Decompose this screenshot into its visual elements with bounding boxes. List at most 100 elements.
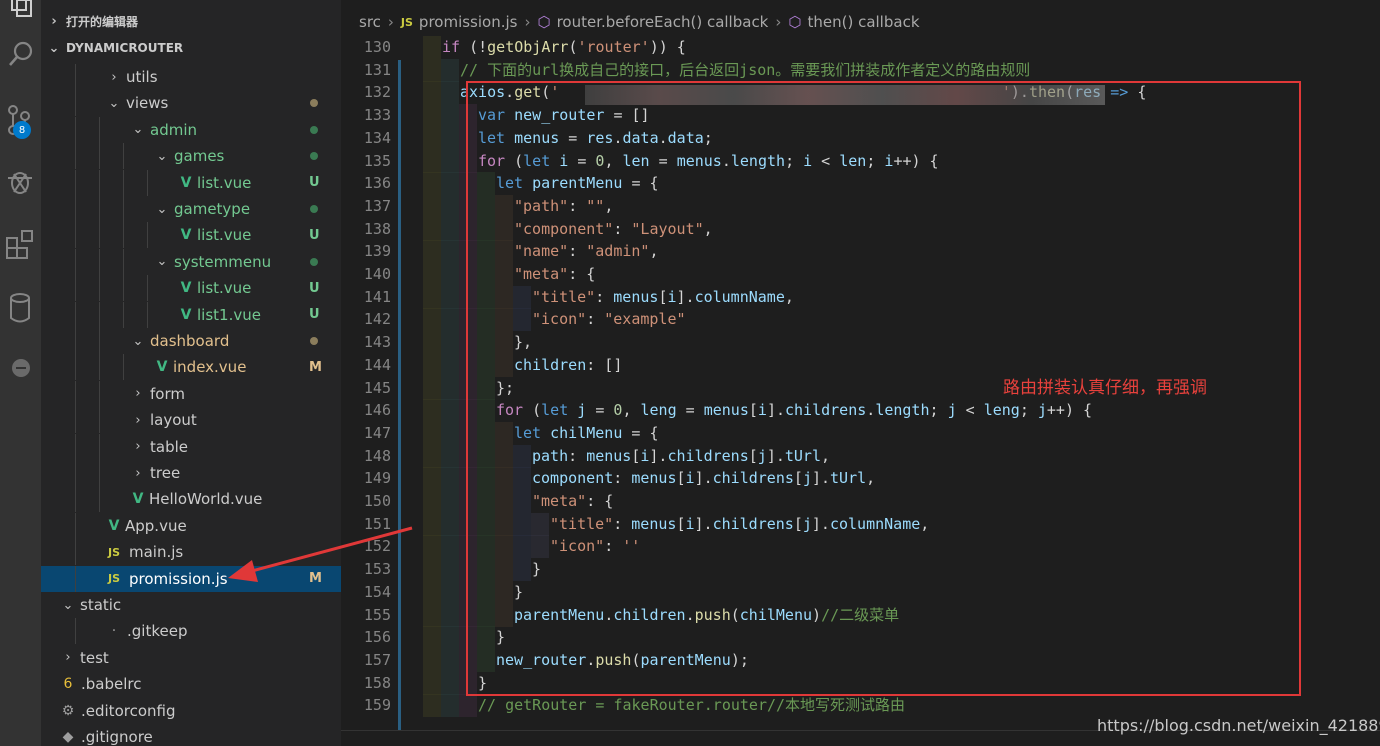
indent-guide (75, 169, 76, 196)
tree-folder[interactable]: › test (41, 645, 341, 671)
indent-guide (147, 275, 148, 302)
indent-guide (123, 275, 124, 302)
debug-icon[interactable] (0, 166, 41, 200)
breadcrumb-src[interactable]: src (359, 13, 381, 31)
code-line[interactable]: if (!getObjArr('router')) { (442, 36, 686, 59)
indent-guide (99, 328, 100, 354)
indent-guide (75, 222, 76, 249)
indent-rainbow (423, 694, 441, 718)
code-token: (! (469, 38, 488, 56)
tree-file[interactable]: · .gitkeep (41, 618, 341, 645)
line-number: 143 (363, 333, 391, 352)
json-icon[interactable] (0, 358, 41, 382)
code-token: // (478, 696, 506, 715)
tree-folder[interactable]: ⌄ systemmenu (41, 248, 341, 275)
indent-rainbow (423, 353, 441, 377)
indent-rainbow (423, 558, 441, 582)
indent-guide (75, 460, 76, 486)
indent-rainbow (441, 603, 459, 627)
explorer-icon[interactable] (0, 0, 41, 24)
babel-file-icon: 6 (63, 676, 73, 693)
indent-guide (75, 275, 76, 302)
search-icon[interactable] (0, 40, 41, 74)
breadcrumb-callback[interactable]: then() callback (807, 13, 919, 31)
tree-item-label: static (80, 596, 122, 614)
database-icon[interactable] (0, 292, 41, 326)
source-control-icon[interactable]: 8 (0, 104, 41, 144)
line-number: 133 (363, 106, 391, 125)
chevron-right-icon: › (524, 13, 531, 31)
indent-guide (75, 143, 76, 170)
tree-file[interactable]: 6 .babelrc (41, 671, 341, 697)
tree-folder[interactable]: ⌄ games (41, 143, 341, 170)
line-number: 144 (363, 355, 391, 374)
tree-file[interactable]: JS promission.js M (41, 565, 341, 592)
line-number: 152 (363, 537, 391, 556)
method-cube-icon: ⬡ (537, 13, 551, 31)
indent-guide (99, 275, 100, 302)
git-status-dot (310, 337, 318, 345)
js-file-icon: JS (107, 572, 120, 586)
line-number: 130 (363, 38, 391, 56)
indent-rainbow (423, 36, 441, 59)
git-status-badge: M (309, 359, 322, 375)
indent-guide (75, 301, 76, 328)
line-number: 155 (363, 605, 391, 624)
tree-folder[interactable]: ⌄ views (41, 90, 341, 117)
indent-rainbow (423, 81, 441, 105)
tree-folder[interactable]: › layout (41, 407, 341, 434)
watermark: https://blog.csdn.net/weixin_42188992 (1097, 716, 1380, 735)
extensions-icon[interactable] (0, 228, 41, 262)
code-line[interactable]: // 下面的url换成自己的接口，后台返回json。需要我们拼装成作者定义的路由… (460, 59, 1030, 82)
indent-rainbow (441, 126, 459, 150)
tree-file[interactable]: Vlist.vue U (41, 169, 341, 196)
indent-guide (147, 222, 148, 249)
indent-rainbow (441, 194, 459, 218)
indent-rainbow (441, 626, 459, 650)
indent-rainbow (423, 671, 441, 695)
tree-item-label: main.js (129, 543, 184, 562)
tree-item-label: admin (150, 120, 197, 139)
tree-file[interactable]: Vlist.vue U (41, 222, 341, 249)
breadcrumb-file[interactable]: promission.js (419, 13, 518, 31)
git-status-dot (310, 125, 318, 134)
chevron-down-icon: ⌄ (132, 122, 144, 138)
tree-folder[interactable]: ⌄ gametype (41, 196, 341, 222)
tree-folder[interactable]: ⌄ static (41, 592, 341, 618)
tree-file[interactable]: ◆ .gitignore (41, 724, 341, 746)
indent-rainbow (423, 603, 441, 627)
explorer-sidebar: › 打开的编辑器 ⌄ DYNAMICROUTER › utils ⌄ views ⌄ ad… (41, 0, 341, 746)
tree-folder[interactable]: ⌄ admin (41, 116, 341, 143)
vue-file-icon: V (180, 280, 192, 297)
tree-file[interactable]: V App.vue (41, 512, 341, 539)
indent-guide (99, 222, 100, 249)
indent-guide (123, 169, 124, 196)
chevron-down-icon: ⌄ (156, 254, 168, 270)
tree-file[interactable]: Vlist1.vue U (41, 301, 341, 328)
code-line[interactable]: // getRouter = fakeRouter.router//本地写死测试… (478, 694, 905, 717)
indent-rainbow (423, 149, 441, 173)
tree-item-label: layout (150, 411, 197, 430)
indent-rainbow (441, 421, 459, 445)
tree-file[interactable]: ⚙ .editorconfig (41, 698, 341, 724)
tree-file[interactable]: JS main.js (41, 539, 341, 566)
indent-rainbow (459, 694, 477, 718)
tree-file[interactable]: Vindex.vue M (41, 354, 341, 381)
tree-folder[interactable]: › table (41, 433, 341, 460)
tree-folder[interactable]: › utils (41, 64, 341, 90)
tree-folder[interactable]: › form (41, 380, 341, 407)
activity-bar: 8 (0, 0, 41, 746)
tree-file[interactable]: V HelloWorld.vue (41, 486, 341, 513)
line-number: 142 (363, 310, 391, 329)
code-editor[interactable]: src › JS promission.js › ⬡ router.before… (341, 0, 1380, 746)
tree-file[interactable]: Vlist.vue U (41, 275, 341, 302)
open-editors-section[interactable]: › 打开的编辑器 (41, 8, 341, 34)
indent-guide (75, 380, 76, 407)
breadcrumb-function[interactable]: router.beforeEach() callback (557, 13, 769, 31)
project-section[interactable]: ⌄ DYNAMICROUTER (41, 35, 341, 61)
tree-folder[interactable]: › tree (41, 460, 341, 486)
indent-rainbow (423, 421, 441, 445)
line-number: 136 (363, 174, 391, 193)
indent-rainbow (441, 308, 459, 332)
tree-folder[interactable]: ⌄ dashboard (41, 328, 341, 354)
